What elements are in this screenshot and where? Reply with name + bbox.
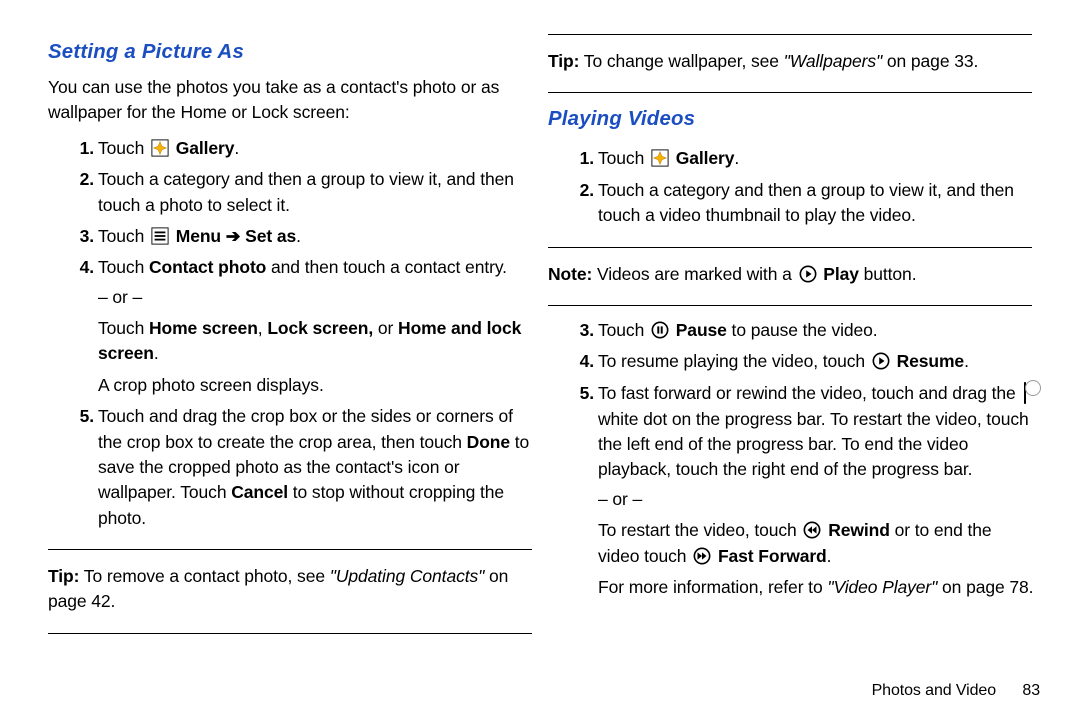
fast-forward-icon	[693, 547, 711, 565]
step-4: Touch Contact photo and then touch a con…	[98, 255, 536, 398]
text: ,	[258, 318, 268, 338]
gallery-icon	[651, 149, 669, 167]
play-icon	[799, 265, 817, 283]
lock-screen-label: Lock screen,	[267, 318, 373, 338]
divider	[548, 34, 1032, 35]
arrow: ➔	[226, 226, 241, 246]
step-2: Touch a category and then a group to vie…	[598, 178, 1036, 229]
playing-steps-bottom: Touch Pause to pause the video. To resum…	[548, 314, 1036, 606]
text: on page 33.	[882, 51, 978, 71]
fast-forward-label: Fast Forward	[718, 546, 827, 566]
divider	[48, 549, 532, 550]
or-divider: – or –	[598, 487, 1036, 512]
text: .	[154, 343, 159, 363]
wallpapers-ref: "Wallpapers"	[784, 51, 882, 71]
step-4: To resume playing the video, touch Resum…	[598, 349, 1036, 374]
heading-setting-picture-as: Setting a Picture As	[48, 38, 546, 67]
or-divider: – or –	[98, 285, 536, 310]
right-column: Tip: To change wallpaper, see "Wallpaper…	[544, 34, 1044, 696]
text: Touch	[98, 226, 144, 246]
pause-label: Pause	[676, 320, 727, 340]
text: Videos are marked with a	[592, 264, 792, 284]
divider	[48, 633, 532, 634]
playing-steps-top: Touch Gallery. Touch a category and then…	[548, 142, 1036, 234]
setting-steps: Touch Gallery. Touch a category and then…	[48, 132, 536, 537]
text: To fast forward or rewind the video, tou…	[598, 383, 1016, 403]
updating-contacts-ref: "Updating Contacts"	[330, 566, 485, 586]
text: Touch	[598, 148, 644, 168]
step-3: Touch Menu ➔ Set as.	[98, 224, 536, 249]
tip-label: Tip:	[548, 51, 579, 71]
divider	[548, 92, 1032, 93]
menu-label: Menu	[176, 226, 221, 246]
text: .	[234, 138, 239, 158]
text: To resume playing the video, touch	[598, 351, 865, 371]
tip-label: Tip:	[48, 566, 79, 586]
pause-icon	[651, 321, 669, 339]
done-label: Done	[467, 432, 510, 452]
set-as-label: Set as	[245, 226, 296, 246]
step-1: Touch Gallery.	[598, 146, 1036, 171]
page-number: 83	[1022, 682, 1040, 699]
cancel-label: Cancel	[231, 482, 288, 502]
text: button.	[859, 264, 917, 284]
text: To remove a contact photo, see	[79, 566, 329, 586]
text: or	[373, 318, 398, 338]
divider	[548, 305, 1032, 306]
text: on page 78.	[937, 577, 1033, 597]
resume-icon	[872, 352, 890, 370]
left-column: Setting a Picture As You can use the pho…	[44, 34, 544, 696]
text: Touch and drag the crop box or the sides…	[98, 406, 513, 451]
text: For more information, refer to	[598, 577, 827, 597]
text: Touch	[598, 320, 644, 340]
step-5: To fast forward or rewind the video, tou…	[598, 381, 1036, 601]
contact-photo-label: Contact photo	[149, 257, 266, 277]
text: .	[296, 226, 301, 246]
text: Touch a category and then a group to vie…	[598, 180, 1014, 225]
text: .	[964, 351, 969, 371]
tip-wallpaper: Tip: To change wallpaper, see "Wallpaper…	[548, 49, 1036, 74]
page-footer: Photos and Video 83	[872, 679, 1040, 702]
more-info: For more information, refer to "Video Pl…	[598, 575, 1036, 600]
step-3: Touch Pause to pause the video.	[598, 318, 1036, 343]
text: Touch	[98, 318, 149, 338]
step-1: Touch Gallery.	[98, 136, 536, 161]
crop-text: A crop photo screen displays.	[98, 373, 536, 398]
page: Setting a Picture As You can use the pho…	[0, 0, 1080, 720]
text: To restart the video, touch	[598, 520, 797, 540]
text: .	[734, 148, 739, 168]
rewind-icon	[803, 521, 821, 539]
play-label: Play	[823, 264, 859, 284]
home-screen-label: Home screen	[149, 318, 258, 338]
step-2: Touch a category and then a group to vie…	[98, 167, 536, 218]
text: .	[827, 546, 832, 566]
divider	[548, 247, 1032, 248]
progress-bar-icon	[1024, 381, 1026, 406]
gallery-icon	[151, 139, 169, 157]
tip-remove-contact: Tip: To remove a contact photo, see "Upd…	[48, 564, 536, 615]
text: Touch	[98, 257, 149, 277]
sub-text: Touch Home screen, Lock screen, or Home …	[98, 316, 536, 367]
gallery-label: Gallery	[176, 138, 235, 158]
gallery-label: Gallery	[676, 148, 735, 168]
chapter-name: Photos and Video	[872, 682, 996, 699]
sub-text: To restart the video, touch Rewind or to…	[598, 518, 1036, 569]
text: Touch	[98, 138, 144, 158]
heading-playing-videos: Playing Videos	[548, 105, 1046, 134]
menu-icon	[151, 227, 169, 245]
rewind-label: Rewind	[828, 520, 890, 540]
text: to pause the video.	[727, 320, 878, 340]
note-label: Note:	[548, 264, 592, 284]
video-player-ref: "Video Player"	[827, 577, 937, 597]
note-videos-marked: Note: Videos are marked with a Play butt…	[548, 262, 1036, 287]
text: white dot on the progress bar. To restar…	[598, 409, 1029, 480]
intro-text: You can use the photos you take as a con…	[48, 75, 536, 126]
step-5: Touch and drag the crop box or the sides…	[98, 404, 536, 531]
text: Touch a category and then a group to vie…	[98, 169, 514, 214]
text: and then touch a contact entry.	[266, 257, 507, 277]
text: To change wallpaper, see	[579, 51, 783, 71]
resume-label: Resume	[897, 351, 965, 371]
